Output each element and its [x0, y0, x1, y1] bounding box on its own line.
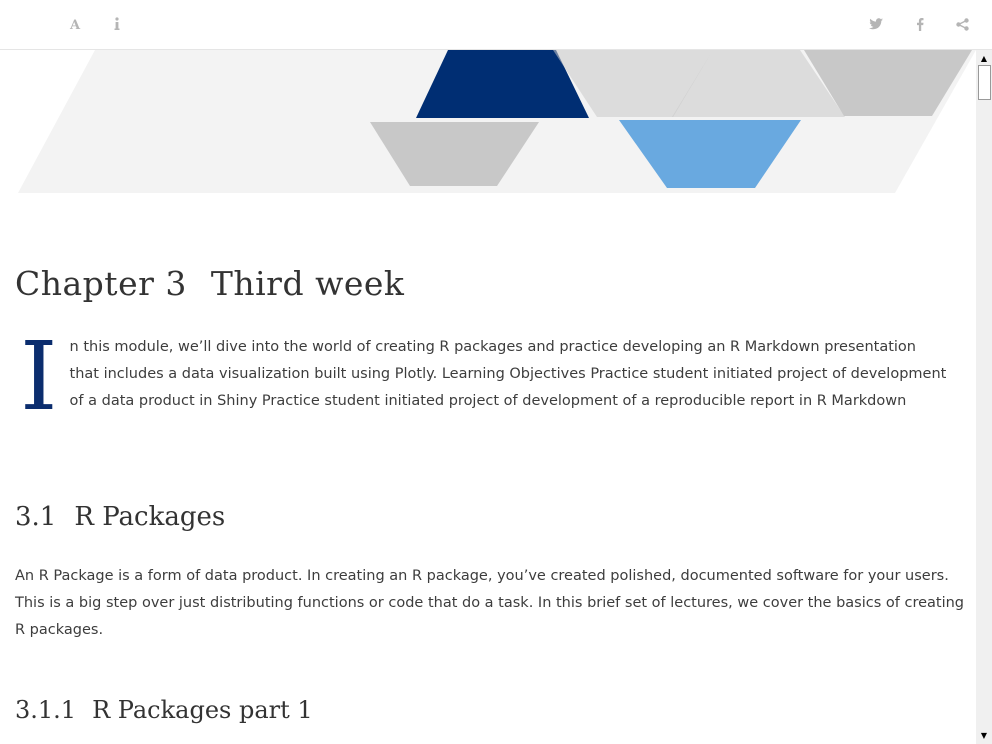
section-number: 3.1 [15, 502, 57, 532]
scroll-up-arrow-icon[interactable]: ▲ [976, 51, 992, 65]
section-body: An R Package is a form of data product. … [15, 568, 965, 638]
svg-text:A: A [69, 18, 81, 31]
scroll-down-arrow-icon[interactable]: ▼ [976, 728, 992, 742]
vertical-scrollbar[interactable]: ▲ ▼ [976, 49, 992, 744]
header-banner [18, 50, 976, 193]
book-content: Chapter 3 Third week In this module, we’l… [0, 50, 976, 744]
subsection-number: 3.1.1 [15, 696, 77, 724]
drop-cap: I [20, 322, 58, 432]
subsection-title-text: R Packages part 1 [92, 696, 313, 724]
share-icon[interactable] [950, 12, 974, 36]
scrollbar-thumb[interactable] [978, 65, 991, 100]
section-title-text: R Packages [74, 502, 226, 532]
chapter-title: Chapter 3 Third week [15, 264, 404, 303]
chapter-title-text: Third week [210, 264, 405, 303]
chapter-number: Chapter 3 [15, 264, 187, 303]
intro-text: n this module, we’ll dive into the world… [69, 339, 947, 409]
info-icon[interactable] [105, 12, 129, 36]
chapter-intro: In this module, we’ll dive into the worl… [15, 322, 950, 432]
twitter-icon[interactable] [864, 12, 888, 36]
facebook-icon[interactable] [908, 12, 932, 36]
book-toolbar: A [0, 0, 992, 50]
font-settings-icon[interactable]: A [64, 12, 88, 36]
subsection-title: 3.1.1 R Packages part 1 [15, 696, 313, 724]
section-title: 3.1 R Packages [15, 502, 225, 532]
